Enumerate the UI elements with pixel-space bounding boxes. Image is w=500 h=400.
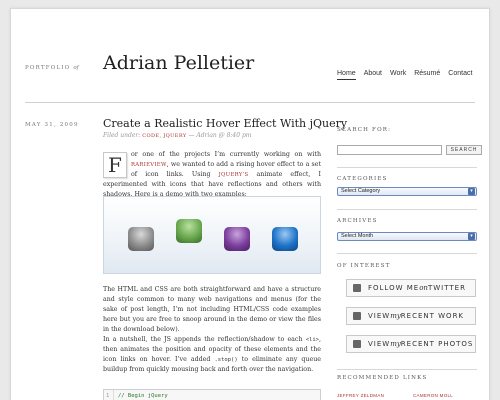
archives-section: ARCHIVES bbox=[337, 218, 477, 224]
recent-work-button[interactable]: VIEW my RECENT WORK bbox=[346, 307, 476, 325]
recent-photos-button[interactable]: VIEW my RECENT PHOTOS bbox=[346, 335, 476, 353]
interest-label: OF INTEREST bbox=[337, 263, 391, 269]
category-link-code[interactable]: CODE bbox=[142, 133, 159, 139]
chevron-down-icon: ▾ bbox=[468, 233, 475, 240]
jquery-link[interactable]: JQUERY’S bbox=[219, 172, 249, 178]
demo-image bbox=[103, 196, 321, 274]
search-button[interactable]: SEARCH bbox=[446, 145, 482, 155]
work-icon bbox=[353, 312, 361, 320]
post-title[interactable]: Create a Realistic Hover Effect With jQu… bbox=[103, 117, 347, 130]
post-meta: Filed under: CODE, JQUERY — Adrian @ 8:4… bbox=[103, 132, 252, 139]
nav-resume[interactable]: Résumé bbox=[414, 70, 440, 80]
post-paragraph-3: In a nutshell, the JS appends the reflec… bbox=[103, 336, 321, 373]
recommended-label: RECOMMENDED LINKS bbox=[337, 375, 428, 381]
twitter-icon bbox=[353, 284, 361, 292]
site-title[interactable]: Adrian Pelletier bbox=[103, 52, 254, 74]
rarieview-link[interactable]: RARIEVIEW bbox=[131, 162, 167, 168]
search-label: SEARCH FOR: bbox=[337, 127, 392, 133]
archives-select[interactable]: Select Month ▾ bbox=[337, 232, 477, 241]
chevron-down-icon: ▾ bbox=[468, 188, 475, 195]
portfolio-label: PORTFOLIO of bbox=[25, 65, 79, 71]
blue-demo-icon bbox=[272, 227, 298, 251]
nav-home[interactable]: Home bbox=[337, 70, 356, 80]
camera-icon bbox=[353, 340, 361, 348]
nav-contact[interactable]: Contact bbox=[448, 70, 472, 80]
categories-select[interactable]: Select Category ▾ bbox=[337, 187, 477, 196]
code-line: // Begin jQuery bbox=[118, 393, 168, 399]
categories-section: CATEGORIES bbox=[337, 176, 477, 182]
green-demo-icon bbox=[176, 219, 202, 243]
archives-label: ARCHIVES bbox=[337, 218, 378, 224]
main-nav: Home About Work Résumé Contact bbox=[337, 70, 472, 80]
sidebar-divider bbox=[337, 159, 477, 168]
recommended-section: RECOMMENDED LINKS bbox=[337, 375, 477, 381]
code-block: 1 // Begin jQuery bbox=[103, 389, 321, 400]
post-date: MAY 31, 2009 bbox=[25, 122, 79, 128]
post-paragraph-1: F or one of the projects I’m currently w… bbox=[103, 151, 321, 198]
purple-demo-icon bbox=[224, 227, 250, 251]
code-line-number: 1 bbox=[104, 390, 114, 400]
follow-twitter-button[interactable]: FOLLOW ME on TWITTER bbox=[346, 279, 476, 297]
page-container: PORTFOLIO of Adrian Pelletier Home About… bbox=[10, 8, 490, 400]
interest-section: OF INTEREST bbox=[337, 263, 477, 269]
gray-demo-icon bbox=[128, 227, 154, 251]
nav-work[interactable]: Work bbox=[390, 70, 406, 80]
dropcap: F bbox=[103, 152, 127, 178]
nav-about[interactable]: About bbox=[364, 70, 382, 80]
categories-label: CATEGORIES bbox=[337, 176, 388, 182]
search-section: SEARCH FOR: bbox=[337, 127, 477, 133]
search-input[interactable] bbox=[337, 145, 442, 155]
header-divider bbox=[25, 102, 475, 103]
post-paragraph-2: The HTML and CSS are both straightforwar… bbox=[103, 286, 321, 333]
recommended-link-moll[interactable]: CAMERON MOLL bbox=[413, 393, 453, 398]
recommended-link-zeldman[interactable]: JEFFREY ZELDMAN bbox=[337, 393, 384, 398]
category-link-jquery[interactable]: JQUERY bbox=[163, 133, 186, 139]
sidebar-divider bbox=[337, 201, 477, 210]
sidebar-divider bbox=[337, 361, 477, 370]
sidebar-divider bbox=[337, 245, 477, 254]
